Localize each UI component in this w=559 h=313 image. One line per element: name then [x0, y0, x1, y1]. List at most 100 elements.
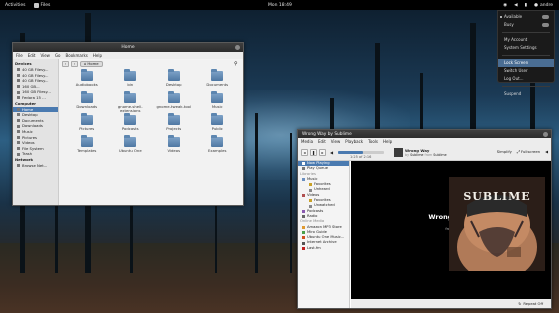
menu-item-available[interactable]: Available [498, 13, 554, 21]
now-playing-text: Wrong Way by Sublime from Sublime [405, 148, 447, 157]
menu-separator [502, 32, 550, 33]
menu-tools[interactable]: Tools [368, 139, 378, 144]
fullscreen-button[interactable]: ⤢ Fullscreen [517, 149, 540, 154]
files-titlebar[interactable]: Home [13, 43, 243, 52]
repeat-icon[interactable]: ↻ [518, 302, 521, 306]
file-item[interactable]: bin [109, 69, 153, 93]
forward-button[interactable]: › [71, 60, 78, 67]
menu-help[interactable]: Help [383, 139, 392, 144]
breadcrumb-home[interactable]: ⌂ Home [80, 60, 103, 67]
fullscreen-label: Fullscreen [520, 149, 541, 154]
menu-view[interactable]: View [40, 53, 50, 58]
sidebar-item-lastfm[interactable]: Last.fm [298, 246, 349, 251]
file-item[interactable]: Templates [65, 135, 109, 159]
user-menu-button[interactable]: ● andre [534, 3, 553, 8]
user-menu: Available Busy My Account System Setting… [497, 10, 555, 96]
clock[interactable]: Mon 18:49 [268, 3, 292, 8]
seek-slider-fill [338, 151, 364, 154]
sidebar-item-label: Play Queue [307, 166, 328, 171]
sidebar-item-browse-network[interactable]: Browse Net... [13, 163, 58, 169]
drive-icon [17, 85, 20, 89]
simplify-button[interactable]: Simplify [497, 149, 512, 154]
file-item[interactable]: Ubuntu One [109, 135, 153, 159]
file-item[interactable]: Projects [152, 113, 196, 137]
app-menu[interactable]: Files [33, 2, 51, 8]
file-item-label: Projects [166, 126, 182, 131]
music-titlebar[interactable]: Wrong Way by Sublime [298, 130, 551, 138]
file-item[interactable]: Music [196, 91, 240, 115]
app-menu-label: Files [40, 2, 51, 8]
file-item[interactable]: Videos [152, 135, 196, 159]
folder-icon [167, 69, 180, 81]
back-button[interactable]: ‹ [62, 60, 69, 67]
previous-button[interactable]: ◂ [301, 149, 308, 156]
music-icon [302, 178, 305, 182]
music-sidebar: Now Playing Play Queue Libraries Music F… [298, 161, 350, 308]
file-item[interactable]: Documents [196, 69, 240, 93]
file-item-label: Ubuntu One [118, 148, 142, 153]
drive-icon [17, 147, 20, 151]
drive-icon [17, 73, 20, 77]
volume-level-icon[interactable]: ◀ [545, 149, 548, 154]
menu-go[interactable]: Go [55, 53, 61, 58]
sidebar-item-label: Browse Net... [22, 162, 48, 168]
menu-edit[interactable]: Edit [28, 53, 36, 58]
menu-bookmarks[interactable]: Bookmarks [66, 53, 88, 58]
file-item[interactable]: Examples [196, 135, 240, 159]
amazon-icon [302, 225, 305, 229]
folder-icon [211, 69, 224, 81]
volume-icon[interactable]: ◀ [330, 150, 333, 155]
repeat-status[interactable]: Repeat Off [523, 302, 543, 306]
status-area: ◉ ◀ ▮ ● andre [503, 3, 553, 8]
folder-icon [124, 69, 137, 81]
user-name: andre [540, 2, 553, 8]
menu-item-lock-screen[interactable]: Lock Screen [498, 59, 554, 67]
window-title: Home [121, 45, 135, 50]
file-item[interactable]: Pictures [65, 113, 109, 137]
close-icon[interactable] [235, 45, 240, 50]
available-toggle[interactable] [542, 15, 549, 19]
menu-playback[interactable]: Playback [345, 139, 363, 144]
volume-icon[interactable]: ◀ [514, 3, 517, 8]
file-item[interactable]: Desktop [152, 69, 196, 93]
music-player-window: Wrong Way by Sublime Media Edit View Pla… [297, 129, 552, 309]
file-item[interactable]: gnome-shell-extensions [109, 91, 153, 115]
file-item-label: gnome-tweak-tool [156, 104, 192, 109]
file-item-label: Music [211, 104, 223, 109]
menu-item-suspend[interactable]: Suspend [498, 90, 554, 98]
menu-item-log-out[interactable]: Log Out... [498, 75, 554, 83]
now-playing-icon [302, 162, 305, 166]
menu-item-system-settings[interactable]: System Settings [498, 44, 554, 52]
menu-item-busy[interactable]: Busy [498, 21, 554, 29]
file-item-label: Audiobooks [75, 82, 98, 87]
now-playing-by-word: by [405, 153, 410, 157]
file-item[interactable]: gnome-tweak-tool [152, 91, 196, 115]
activities-button[interactable]: Activities [5, 3, 26, 8]
menu-item-my-account[interactable]: My Account [498, 36, 554, 44]
search-icon[interactable]: ⚲ [234, 61, 239, 67]
file-item-label: gnome-shell-extensions [117, 104, 143, 113]
seek-slider[interactable] [338, 151, 385, 154]
file-item[interactable]: Downloads [65, 91, 109, 115]
menu-view[interactable]: View [331, 139, 341, 144]
file-item[interactable]: Audiobooks [65, 69, 109, 93]
file-item[interactable]: Podcasts [109, 113, 153, 137]
menu-edit[interactable]: Edit [318, 139, 326, 144]
drive-icon [17, 96, 20, 100]
menu-file[interactable]: File [16, 53, 23, 58]
folder-icon [17, 124, 20, 128]
wallpaper-tree [255, 113, 258, 273]
next-button[interactable]: ▸ [319, 149, 326, 156]
menu-media[interactable]: Media [301, 139, 313, 144]
now-playing-info: Wrong Way by Sublime from Sublime [394, 148, 447, 157]
file-item[interactable]: Public [196, 113, 240, 137]
menu-help[interactable]: Help [93, 53, 102, 58]
sidebar-item-label: Fedora 15 ... [22, 94, 46, 100]
close-icon[interactable] [543, 131, 548, 137]
accessibility-icon[interactable]: ◉ [503, 3, 507, 8]
folder-icon [17, 130, 20, 134]
busy-toggle[interactable] [542, 23, 549, 27]
network-icon[interactable]: ▮ [525, 3, 527, 8]
pause-button[interactable]: ❚ [310, 149, 317, 156]
menu-item-switch-user[interactable]: Switch User [498, 67, 554, 75]
